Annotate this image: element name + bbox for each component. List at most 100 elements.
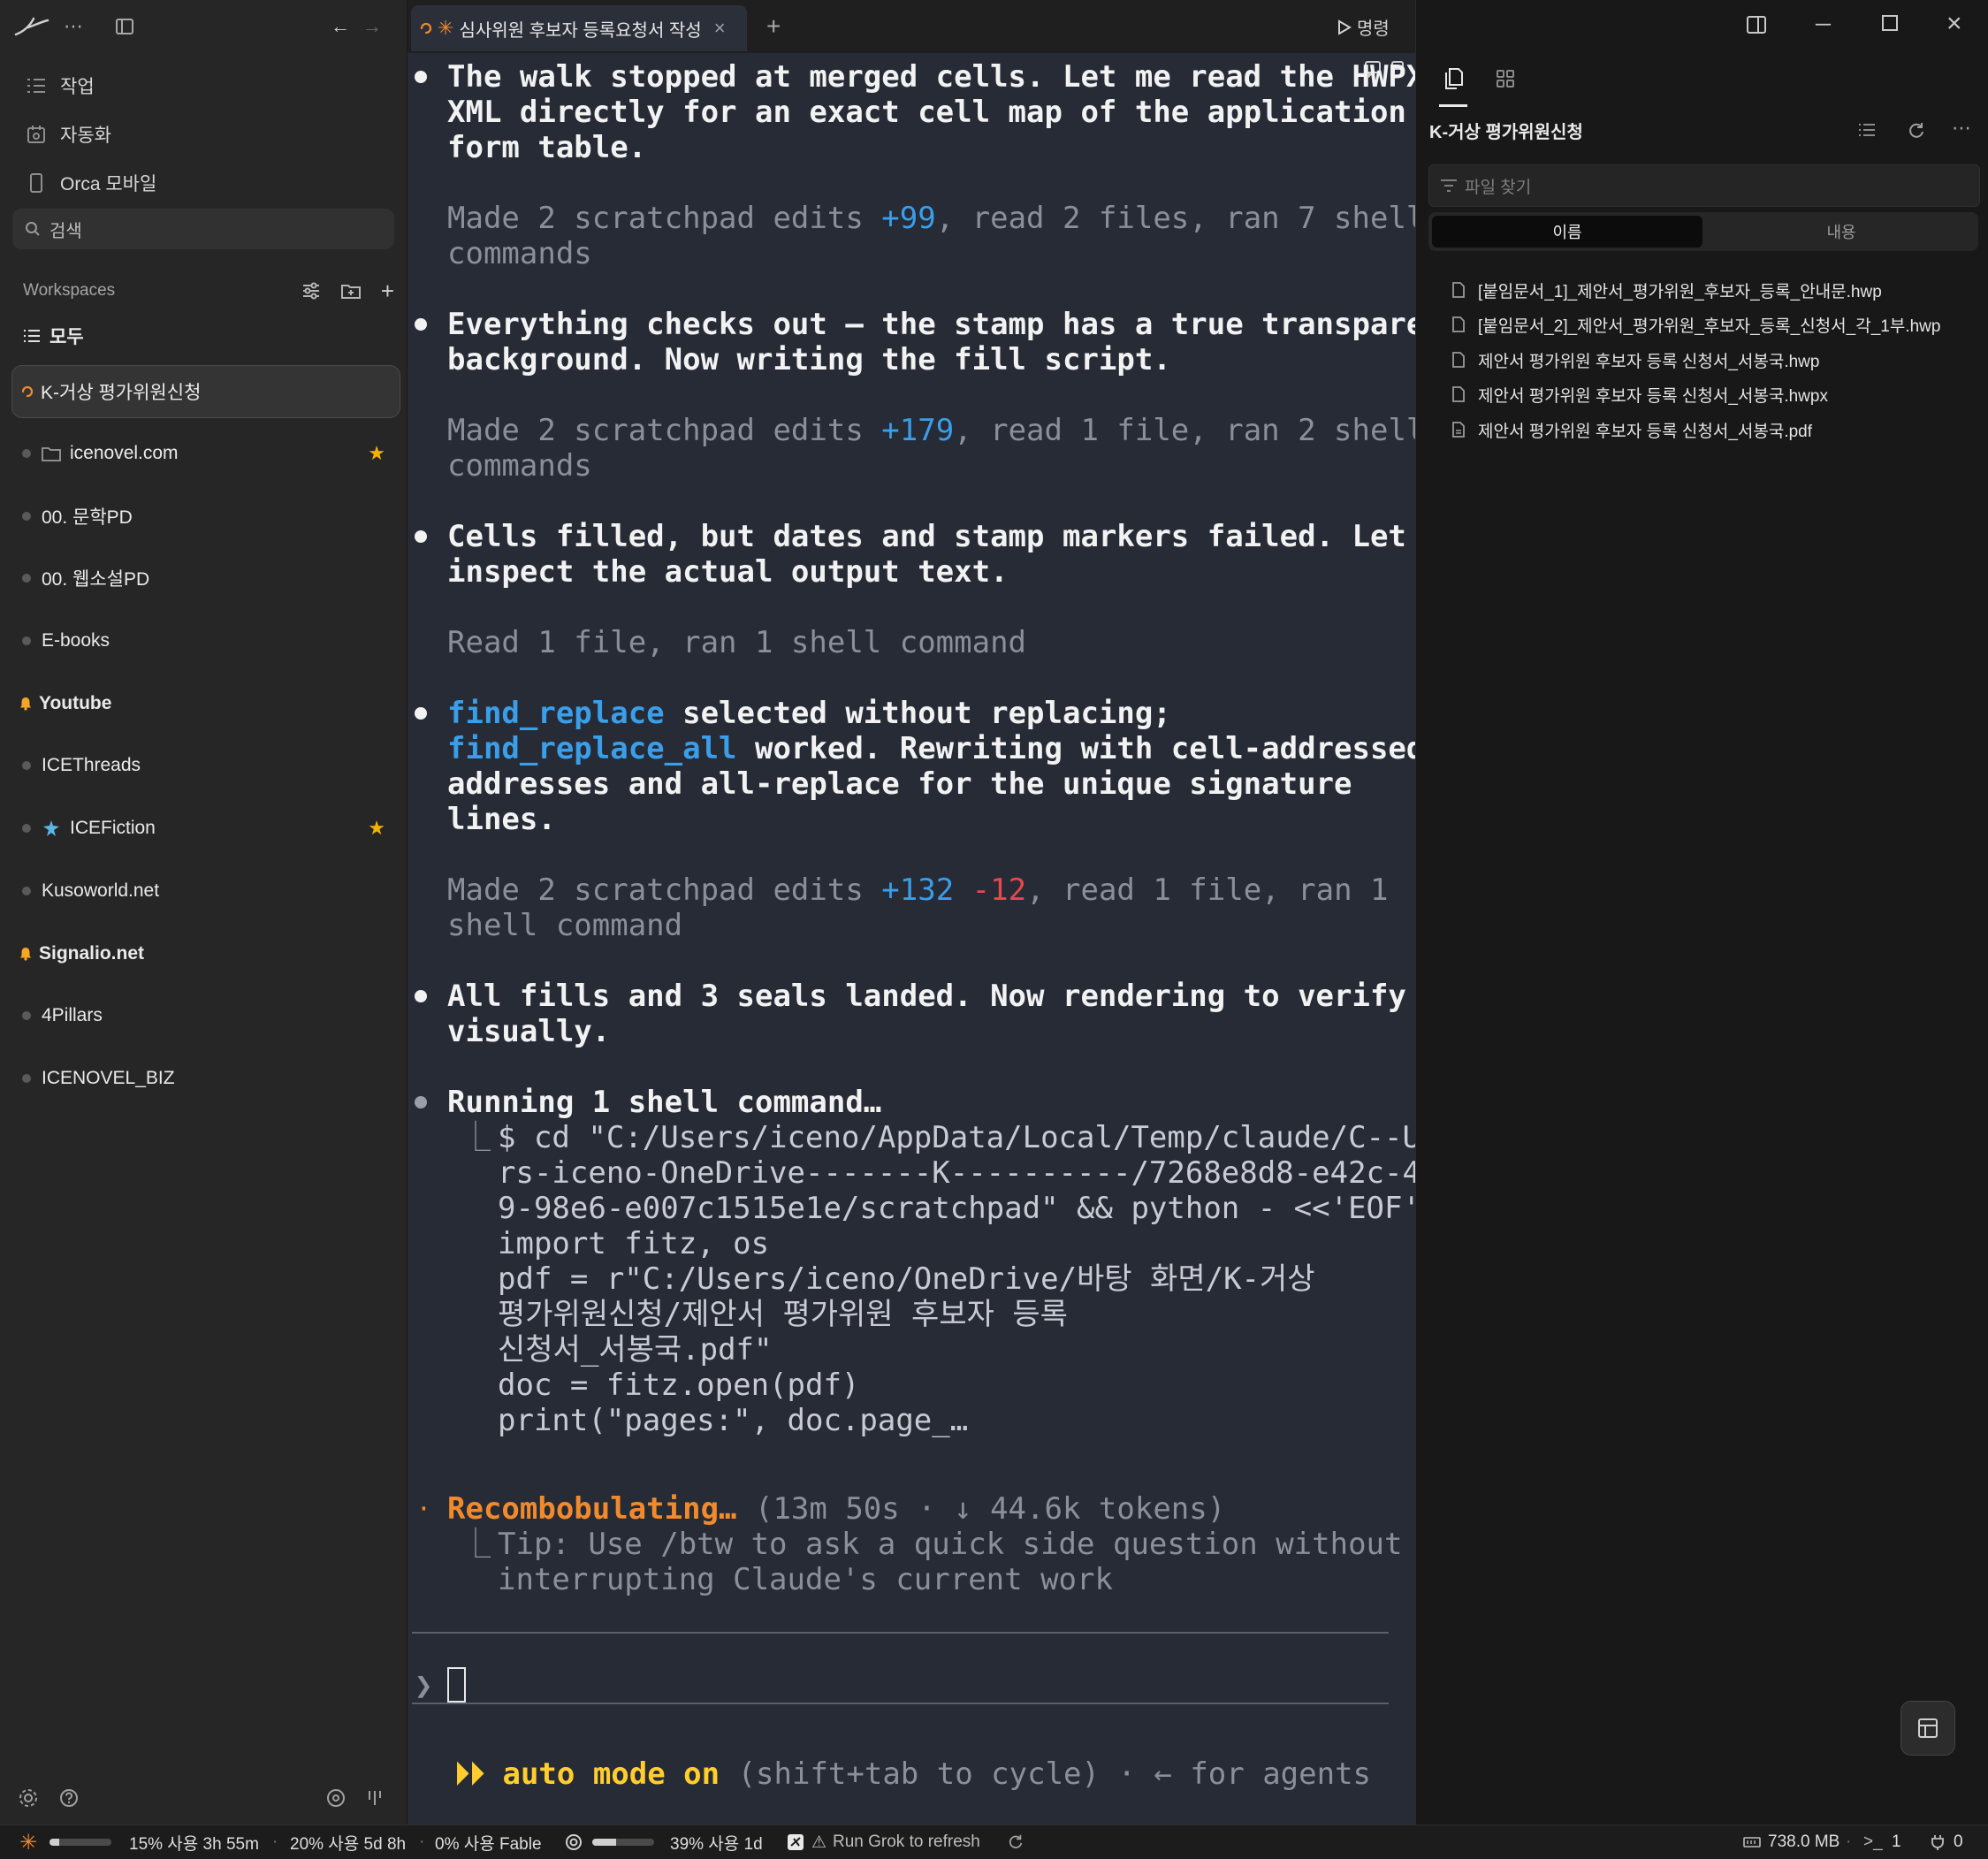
tab-title: 심사위원 후보자 등록요청서 작성 — [459, 20, 702, 41]
status-dot — [22, 512, 31, 521]
status-dot — [22, 1011, 31, 1020]
claude-usage[interactable]: 15% 사용 3h 55m — [129, 1825, 259, 1859]
refresh-icon[interactable] — [1008, 1825, 1024, 1859]
refresh-icon[interactable] — [1908, 122, 1925, 140]
star-icon[interactable]: ★ — [368, 817, 385, 840]
tree-branch-icon: ⎿ — [461, 1527, 491, 1562]
list-view-icon[interactable] — [1858, 122, 1876, 138]
terminal-output[interactable]: The walk stopped at merged cells. Let me… — [408, 53, 1460, 1825]
layout-float-button[interactable] — [1900, 1701, 1955, 1756]
status-bar: ✳ 15% 사용 3h 55m · 20% 사용 5d 8h · 0% 사용 F… — [0, 1825, 1988, 1859]
filter-sliders-icon[interactable] — [301, 281, 321, 301]
status-dot — [22, 636, 31, 645]
more-icon[interactable]: ⋯ — [58, 9, 88, 44]
add-workspace-icon[interactable]: + — [381, 279, 394, 302]
meter-fill — [592, 1839, 617, 1846]
file-item[interactable]: [붙임문서_1]_제안서_평가위원_후보자_등록_안내문.hwp — [1451, 274, 1882, 306]
terminal-count[interactable]: 1 — [1892, 1825, 1901, 1859]
search-label: 검색 — [50, 221, 82, 241]
status-dot — [22, 449, 31, 458]
fable-usage[interactable]: 0% 사용 Fable — [435, 1825, 542, 1859]
new-tab-icon[interactable]: + — [766, 12, 781, 41]
close-icon[interactable]: × — [714, 17, 726, 40]
folder-icon — [42, 446, 61, 461]
search-icon — [25, 221, 41, 237]
file-item[interactable]: 제안서 평가위원 후보자 등록 신청서_서봉국.pdf — [1451, 414, 1812, 446]
workspace-icefiction[interactable]: ICEFiction ★ — [12, 803, 401, 854]
nav-label: 자동화 — [60, 126, 111, 146]
nav-automation[interactable]: 자동화 — [12, 112, 394, 156]
openai-usage[interactable]: 39% 사용 1d — [670, 1825, 763, 1859]
status-dot — [22, 887, 31, 895]
command-label: 명령 — [1357, 19, 1390, 39]
star-icon[interactable]: ★ — [368, 442, 385, 465]
seg-content-button[interactable]: 내용 — [1706, 216, 1977, 248]
workspace-icenovel-biz[interactable]: ICENOVEL_BIZ — [12, 1053, 401, 1104]
workspace-literature-pd[interactable]: 00. 문학PD — [12, 491, 401, 542]
message-bullet — [415, 707, 427, 720]
message-bullet — [415, 530, 427, 543]
message-bullet — [415, 318, 427, 331]
more-icon[interactable]: ⋯ — [1952, 117, 1971, 140]
panel-bars-icon[interactable] — [366, 1787, 384, 1809]
sidebar-footer — [0, 1771, 407, 1825]
prompt-chevron: ❯ — [415, 1668, 433, 1703]
claude-usage-meter — [50, 1825, 111, 1859]
tool-summary: Read 1 file, ran 1 shell command — [447, 625, 1027, 660]
nav-mobile[interactable]: Orca 모바일 — [12, 161, 394, 205]
help-icon[interactable] — [58, 1787, 80, 1809]
workspace-kusoworld[interactable]: Kusoworld.net — [12, 865, 401, 917]
bell-icon — [19, 947, 32, 961]
status-dot — [22, 1074, 31, 1083]
sidebar-toggle-icon[interactable] — [110, 9, 140, 44]
workspace-label: 4Pillars — [42, 1005, 103, 1025]
play-icon — [1337, 19, 1352, 35]
grid-tab-icon[interactable] — [1496, 69, 1515, 88]
minimize-icon[interactable]: ─ — [1816, 12, 1831, 37]
new-folder-icon[interactable] — [340, 281, 362, 301]
forward-icon[interactable]: → — [359, 9, 385, 44]
files-tab-icon[interactable] — [1443, 67, 1464, 90]
workspace-youtube[interactable]: Youtube — [12, 678, 401, 729]
nav-tasks[interactable]: 작업 — [12, 64, 394, 108]
file-item[interactable]: [붙임문서_2]_제안서_평가위원_후보자_등록_신청서_각_1부.hwp — [1451, 309, 1940, 340]
workspace-signalio[interactable]: Signalio.net — [12, 928, 401, 979]
workspace-4pillars[interactable]: 4Pillars — [12, 990, 401, 1041]
mode-indicator[interactable]: ⏵⏵ auto mode on (shift+tab to cycle) · ←… — [454, 1756, 1371, 1792]
workspace-all[interactable]: 모두 — [12, 310, 401, 362]
back-icon[interactable]: ← — [327, 9, 354, 44]
close-window-icon[interactable]: × — [1946, 9, 1962, 39]
grok-refresh-label[interactable]: Run Grok to refresh — [833, 1825, 980, 1859]
workspace-webnovel-pd[interactable]: 00. 웹소설PD — [12, 552, 401, 604]
files-tab-underline — [1439, 104, 1467, 107]
seg-name-button[interactable]: 이름 — [1432, 216, 1702, 248]
file-item[interactable]: 제안서 평가위원 후보자 등록 신청서_서봉국.hwp — [1451, 344, 1819, 376]
weekly-usage[interactable]: 20% 사용 5d 8h — [290, 1825, 406, 1859]
target-icon[interactable] — [325, 1787, 347, 1809]
sidebar: ⋯ ← → 작업 자동화 Orca 모바일 검색 Workspaces + 모두 — [0, 0, 408, 1825]
workspace-ebooks[interactable]: E-books — [12, 615, 401, 667]
terminal-prompt-icon: >_ — [1863, 1832, 1883, 1851]
status-dot-icon: · — [416, 1494, 431, 1523]
shell-command: $ cd "C:/Users/iceno/AppData/Local/Temp/… — [498, 1120, 1457, 1438]
command-button[interactable]: 명령 — [1337, 14, 1390, 40]
meter-fill — [50, 1839, 59, 1846]
file-search-input[interactable]: 파일 찾기 — [1428, 164, 1980, 207]
memory-icon — [1743, 1825, 1761, 1859]
search-mode-toggle: 이름 내용 — [1428, 212, 1978, 251]
layout-icon — [1916, 1717, 1939, 1740]
settings-gear-icon[interactable] — [18, 1787, 39, 1809]
search-input[interactable]: 검색 — [12, 209, 394, 249]
prompt-cursor[interactable] — [447, 1667, 466, 1703]
workspace-icenovel[interactable]: icenovel.com ★ — [12, 428, 401, 479]
port-count[interactable]: 0 — [1954, 1825, 1963, 1859]
assistant-message: All fills and 3 seals landed. Now render… — [447, 979, 1406, 1049]
assistant-message: find_replace selected without replacing;… — [447, 696, 1425, 837]
layout-toggle-icon[interactable] — [1746, 14, 1767, 35]
workspace-k-geosang[interactable]: K-거상 평가위원신청 — [11, 365, 400, 418]
maximize-icon[interactable] — [1881, 14, 1899, 32]
tip-text: Tip: Use /btw to ask a quick side questi… — [498, 1527, 1403, 1597]
workspace-icethreads[interactable]: ICEThreads — [12, 740, 401, 791]
tab-active-session[interactable]: ✳ 심사위원 후보자 등록요청서 작성 × — [411, 5, 747, 51]
file-item[interactable]: 제안서 평가위원 후보자 등록 신청서_서봉국.hwpx — [1451, 378, 1828, 410]
